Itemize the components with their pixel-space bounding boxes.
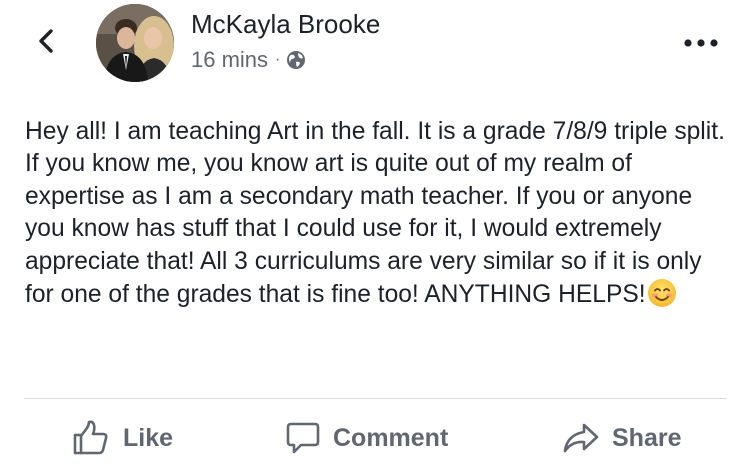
divider — [24, 398, 726, 399]
profile-photo — [96, 4, 174, 82]
smiling-face-emoji — [647, 278, 677, 308]
chevron-left-icon — [39, 29, 53, 53]
more-options-button[interactable] — [683, 36, 719, 50]
post-meta: 16 mins · — [191, 47, 306, 73]
post-text: Hey all! I am teaching Art in the fall. … — [25, 116, 729, 311]
share-arrow-icon — [563, 423, 599, 453]
comment-icon — [286, 422, 320, 454]
avatar[interactable] — [96, 4, 174, 82]
post-body: Hey all! I am teaching Art in the fall. … — [25, 118, 725, 309]
post-timestamp[interactable]: 16 mins — [191, 47, 268, 73]
globe-icon — [286, 50, 306, 70]
share-label: Share — [612, 423, 682, 452]
meta-separator: · — [275, 51, 281, 68]
share-button[interactable]: Share — [563, 413, 681, 463]
back-button[interactable] — [32, 26, 62, 56]
more-horizontal-icon — [684, 39, 718, 47]
action-bar: Like Comment Share — [0, 413, 750, 463]
author-name[interactable]: McKayla Brooke — [191, 9, 380, 40]
like-button[interactable]: Like — [72, 413, 173, 463]
thumbs-up-icon — [73, 420, 108, 455]
comment-button[interactable]: Comment — [286, 413, 448, 463]
comment-label: Comment — [333, 423, 449, 452]
like-label: Like — [123, 423, 174, 452]
